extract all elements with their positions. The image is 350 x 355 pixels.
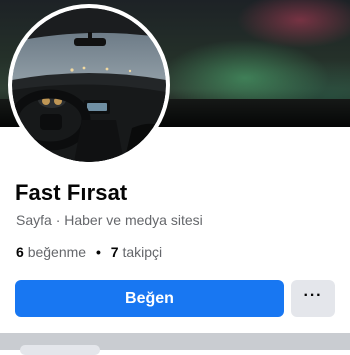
followers-count[interactable]: 7 [111, 244, 119, 260]
like-page-button[interactable]: Beğen [15, 280, 284, 317]
like-button-label: Beğen [125, 289, 174, 307]
likes-label[interactable]: beğenme [28, 244, 86, 260]
more-options-icon: ··· [303, 286, 323, 304]
page-name: Fast Fırsat [15, 180, 128, 205]
stats-separator: • [95, 244, 101, 260]
profile-picture[interactable] [8, 4, 170, 166]
profile-picture-image [12, 8, 166, 162]
more-options-button[interactable]: ··· [291, 280, 335, 317]
page-category: Sayfa · Haber ve medya sitesi [16, 212, 203, 228]
section-divider [0, 333, 350, 355]
page-stats: 6 beğenme • 7 takipçi [16, 244, 162, 260]
likes-count[interactable]: 6 [16, 244, 24, 260]
next-section-hint [20, 345, 100, 355]
followers-label[interactable]: takipçi [122, 244, 162, 260]
